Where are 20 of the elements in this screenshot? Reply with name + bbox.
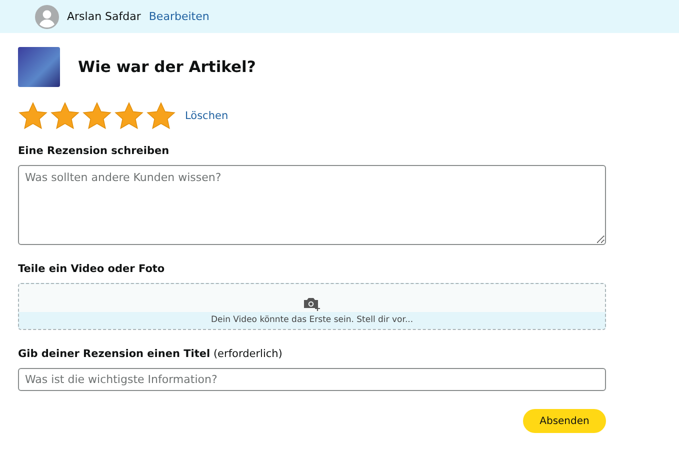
user-name: Arslan Safdar [67, 10, 141, 23]
upload-area[interactable]: Dein Video könnte das Erste sein. Stell dir vor... [18, 283, 606, 330]
submit-button[interactable]: Absenden [523, 409, 606, 433]
review-field[interactable]: Was sollten andere Kunden wissen? [18, 165, 606, 245]
star-icon[interactable] [146, 101, 176, 131]
edit-link[interactable]: Bearbeiten [148, 10, 210, 23]
upload-hint: Dein Video könnte das Erste sein. Stell dir vor... [210, 315, 414, 325]
star-icon[interactable] [50, 101, 80, 131]
product-heading: Wie war der Artikel? [78, 58, 256, 76]
clear-link[interactable]: Löschen [185, 110, 228, 122]
star-icon[interactable] [114, 101, 144, 131]
review-label: Eine Rezension schreiben [18, 145, 170, 157]
camera-plus-icon [303, 296, 321, 311]
product-photo-placeholder [18, 47, 60, 87]
avatar-icon [35, 4, 59, 28]
title-label: Gib deiner Rezension einen Titel (erforderlich) [18, 348, 284, 360]
star-icon[interactable] [18, 101, 48, 131]
star-icon[interactable] [82, 101, 112, 131]
title-field[interactable]: Was ist die wichtigste Information? [18, 368, 606, 391]
media-label: Teile ein Video oder Foto [18, 263, 166, 275]
